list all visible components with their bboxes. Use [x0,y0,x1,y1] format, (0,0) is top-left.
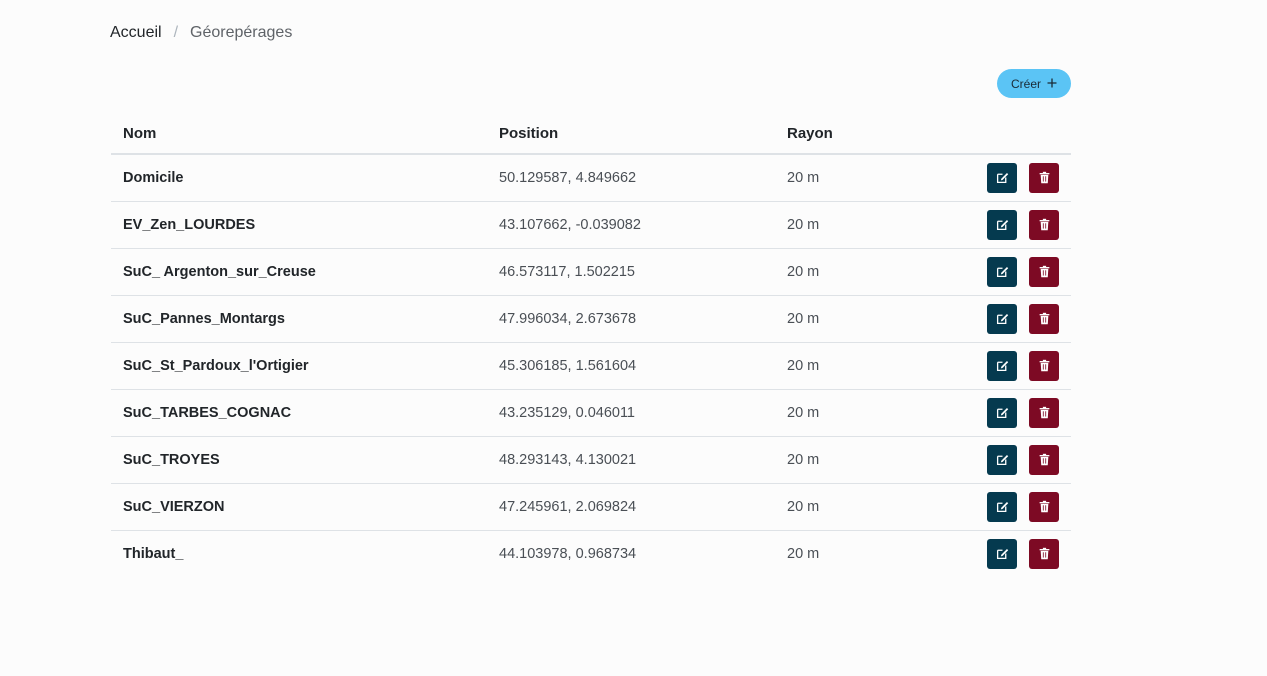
edit-button[interactable] [987,209,1017,240]
geofence-name: SuC_Pannes_Montargs [111,295,487,343]
edit-button[interactable] [987,303,1017,334]
delete-button[interactable] [1029,491,1059,522]
create-button[interactable]: Créer [997,69,1071,98]
delete-button[interactable] [1029,538,1059,569]
geofence-name: EV_Zen_LOURDES [111,201,487,249]
geofence-name: Domicile [111,154,487,202]
row-actions [935,201,1071,249]
geofence-radius: 20 m [787,545,820,562]
geofence-position: 43.107662, -0.039082 [487,201,775,249]
table-row: SuC_TROYES 48.293143, 4.130021 20 m [111,436,1071,484]
geofence-position: 48.293143, 4.130021 [487,436,775,484]
table-row: Thibaut_ 44.103978, 0.968734 20 m [111,530,1071,577]
geofence-radius: 20 m [775,295,935,343]
geofence-radius: 20 m [775,154,935,202]
trash-icon [1039,500,1049,513]
row-actions [935,530,1071,577]
table-header-row: Nom Position Rayon [111,114,1071,155]
create-button-label: Créer [1010,76,1041,91]
geofence-position: 47.245961, 2.069824 [487,483,775,531]
geofence-name: SuC_ Argenton_sur_Creuse [111,248,487,296]
row-actions [935,342,1071,390]
edit-icon [996,408,1008,419]
column-header-actions [935,114,1071,155]
table-row: SuC_ Argenton_sur_Creuse 46.573117, 1.50… [111,248,1071,296]
geofence-position: 46.573117, 1.502215 [487,248,775,296]
trash-icon [1039,453,1049,466]
geofence-name: SuC_VIERZON [111,483,487,531]
trash-icon [1039,312,1049,325]
breadcrumb-home-link[interactable]: Accueil [110,24,162,42]
edit-icon [996,549,1008,560]
column-header-radius: Rayon [775,114,935,155]
edit-icon [996,314,1008,325]
geofence-radius: 20 m [775,342,935,390]
table-row: SuC_VIERZON 47.245961, 2.069824 20 m [111,483,1071,531]
geofence-name: Thibaut_ [123,545,184,562]
table-row: EV_Zen_LOURDES 43.107662, -0.039082 20 m [111,201,1071,249]
table-body: Domicile 50.129587, 4.849662 20 m EV_Zen… [111,154,1071,577]
delete-button[interactable] [1029,397,1059,428]
edit-button[interactable] [987,162,1017,193]
edit-icon [996,502,1008,513]
trash-icon [1039,548,1049,560]
column-header-position: Position [487,114,775,155]
delete-button[interactable] [1029,444,1059,475]
trash-icon [1039,265,1049,278]
delete-button[interactable] [1029,303,1059,334]
table-row: SuC_TARBES_COGNAC 43.235129, 0.046011 20… [111,389,1071,437]
trash-icon [1039,218,1049,231]
trash-icon [1039,172,1049,184]
edit-icon [996,361,1008,372]
edit-button[interactable] [987,444,1017,475]
trash-icon [1039,406,1049,419]
edit-button[interactable] [987,397,1017,428]
geofence-name: SuC_TROYES [111,436,487,484]
edit-icon [996,173,1008,184]
column-header-name: Nom [111,114,487,155]
delete-button[interactable] [1029,209,1059,240]
edit-icon [996,455,1008,466]
edit-button[interactable] [987,350,1017,381]
geofence-radius: 20 m [775,483,935,531]
geofence-radius: 20 m [775,248,935,296]
delete-button[interactable] [1029,162,1059,193]
table-row: Domicile 50.129587, 4.849662 20 m [111,154,1071,202]
edit-icon [996,220,1008,231]
edit-icon [996,267,1008,278]
table-row: SuC_Pannes_Montargs 47.996034, 2.673678 … [111,295,1071,343]
geofence-radius: 20 m [775,436,935,484]
row-actions [935,436,1071,484]
row-actions [935,295,1071,343]
geofence-position: 43.235129, 0.046011 [487,389,775,437]
geofence-position: 44.103978, 0.968734 [499,545,637,562]
delete-button[interactable] [1029,256,1059,287]
breadcrumb: Accueil / Géorepérages [110,23,292,43]
breadcrumb-current: Géorepérages [190,24,293,41]
geofence-table: Nom Position Rayon Domicile 50.129587, 4… [111,114,1071,577]
geofence-name: SuC_St_Pardoux_l'Ortigier [111,342,487,390]
row-actions [935,389,1071,437]
geofence-table-container: Nom Position Rayon Domicile 50.129587, 4… [111,114,1071,577]
geofence-position: 47.996034, 2.673678 [487,295,775,343]
trash-icon [1039,359,1049,372]
row-actions [935,248,1071,296]
delete-button[interactable] [1029,350,1059,381]
row-actions [935,154,1071,202]
breadcrumb-separator: / [173,24,179,41]
geofence-position: 45.306185, 1.561604 [487,342,775,390]
edit-button[interactable] [987,491,1017,522]
geofence-name: SuC_TARBES_COGNAC [111,389,487,437]
table-row: SuC_St_Pardoux_l'Ortigier 45.306185, 1.5… [111,342,1071,390]
geofence-radius: 20 m [775,389,935,437]
geofence-position: 50.129587, 4.849662 [487,154,775,202]
plus-icon [1047,76,1057,92]
edit-button[interactable] [987,538,1017,569]
geofence-radius: 20 m [775,201,935,249]
edit-button[interactable] [987,256,1017,287]
row-actions [935,483,1071,531]
